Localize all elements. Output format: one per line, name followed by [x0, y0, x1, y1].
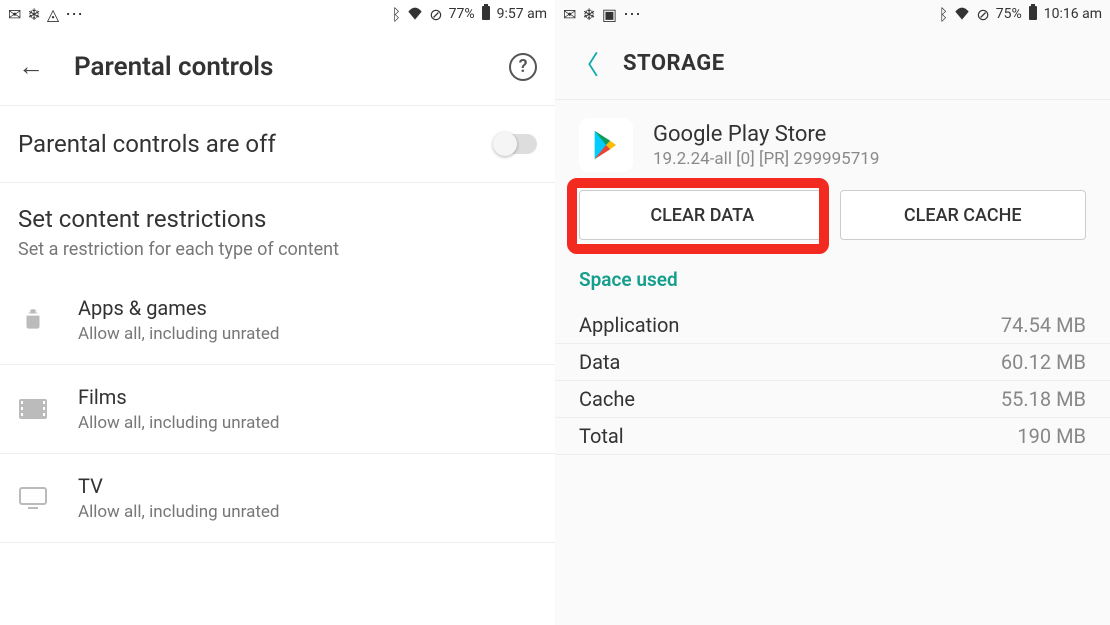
item-title: Apps & games: [78, 296, 280, 320]
back-arrow-icon[interactable]: ←: [18, 51, 44, 82]
section-header: Set content restrictions Set a restricti…: [0, 183, 555, 276]
space-used-label: Space used: [555, 258, 1110, 307]
storage-row-total: Total 190 MB: [555, 418, 1110, 455]
storage-val: 74.54 MB: [1001, 313, 1086, 337]
help-icon[interactable]: ?: [509, 53, 537, 81]
more-icon: ⋯: [623, 4, 643, 25]
button-row: CLEAR DATA CLEAR CACHE: [555, 180, 1110, 258]
storage-key: Total: [579, 424, 624, 448]
header: 〈 STORAGE: [555, 28, 1110, 100]
parental-controls-toggle[interactable]: [495, 134, 537, 154]
android-icon: [18, 308, 48, 332]
item-title: TV: [78, 474, 280, 498]
app-name: Google Play Store: [653, 122, 879, 147]
storage-row-application: Application 74.54 MB: [555, 307, 1110, 344]
item-subtitle: Allow all, including unrated: [78, 324, 280, 344]
play-store-icon: [579, 118, 633, 172]
tv-icon: [18, 486, 48, 510]
header: ← Parental controls ?: [0, 28, 555, 106]
wifi-icon: [954, 5, 970, 24]
clock: 10:16 am: [1044, 6, 1102, 22]
battery-percent: 77%: [449, 6, 475, 22]
item-subtitle: Allow all, including unrated: [78, 502, 280, 522]
restriction-item-tv[interactable]: TV Allow all, including unrated: [0, 454, 555, 543]
film-icon: [18, 397, 48, 421]
item-title: Films: [78, 385, 280, 409]
pane-storage: ✉ ❄ ▣ ⋯ ᛒ ⊘ 75% 10:16 am 〈 STORAGE Googl…: [555, 0, 1110, 625]
snowflake-icon: ❄: [27, 5, 40, 24]
battery-icon: [1028, 4, 1038, 24]
parental-controls-toggle-row[interactable]: Parental controls are off: [0, 106, 555, 183]
dnd-icon: ⊘: [429, 5, 442, 24]
storage-val: 60.12 MB: [1001, 350, 1086, 374]
clock: 9:57 am: [497, 6, 547, 22]
snowflake-icon: ❄: [582, 5, 595, 24]
image-icon: ▣: [602, 5, 617, 24]
drive-icon: ◬: [47, 5, 59, 24]
status-bar: ✉ ❄ ▣ ⋯ ᛒ ⊘ 75% 10:16 am: [555, 0, 1110, 28]
bluetooth-icon: ᛒ: [939, 5, 949, 24]
app-info: Google Play Store 19.2.24-all [0] [PR] 2…: [555, 100, 1110, 180]
page-title: Parental controls: [74, 52, 273, 82]
toggle-label: Parental controls are off: [18, 130, 276, 158]
restriction-item-apps-games[interactable]: Apps & games Allow all, including unrate…: [0, 276, 555, 365]
section-subtitle: Set a restriction for each type of conte…: [18, 239, 537, 260]
storage-row-cache: Cache 55.18 MB: [555, 381, 1110, 418]
bluetooth-icon: ᛒ: [392, 5, 402, 24]
dnd-icon: ⊘: [976, 5, 989, 24]
gmail-icon: ✉: [8, 5, 21, 24]
storage-row-data: Data 60.12 MB: [555, 344, 1110, 381]
clear-data-button[interactable]: CLEAR DATA: [579, 190, 826, 240]
more-icon: ⋯: [65, 4, 85, 25]
item-subtitle: Allow all, including unrated: [78, 413, 280, 433]
gmail-icon: ✉: [563, 5, 576, 24]
storage-key: Data: [579, 350, 620, 374]
status-bar: ✉ ❄ ◬ ⋯ ᛒ ⊘ 77% 9:57 am: [0, 0, 555, 28]
storage-key: Application: [579, 313, 679, 337]
app-version: 19.2.24-all [0] [PR] 299995719: [653, 149, 879, 169]
back-chevron-icon[interactable]: 〈: [573, 45, 599, 82]
wifi-icon: [407, 5, 423, 24]
section-title: Set content restrictions: [18, 205, 537, 233]
battery-icon: [481, 4, 491, 24]
restriction-item-films[interactable]: Films Allow all, including unrated: [0, 365, 555, 454]
storage-val: 190 MB: [1017, 424, 1086, 448]
storage-key: Cache: [579, 387, 635, 411]
storage-val: 55.18 MB: [1001, 387, 1086, 411]
pane-parental-controls: ✉ ❄ ◬ ⋯ ᛒ ⊘ 77% 9:57 am ← Parental contr…: [0, 0, 555, 625]
page-title: STORAGE: [623, 51, 725, 76]
battery-percent: 75%: [996, 6, 1022, 22]
clear-cache-button[interactable]: CLEAR CACHE: [840, 190, 1087, 240]
